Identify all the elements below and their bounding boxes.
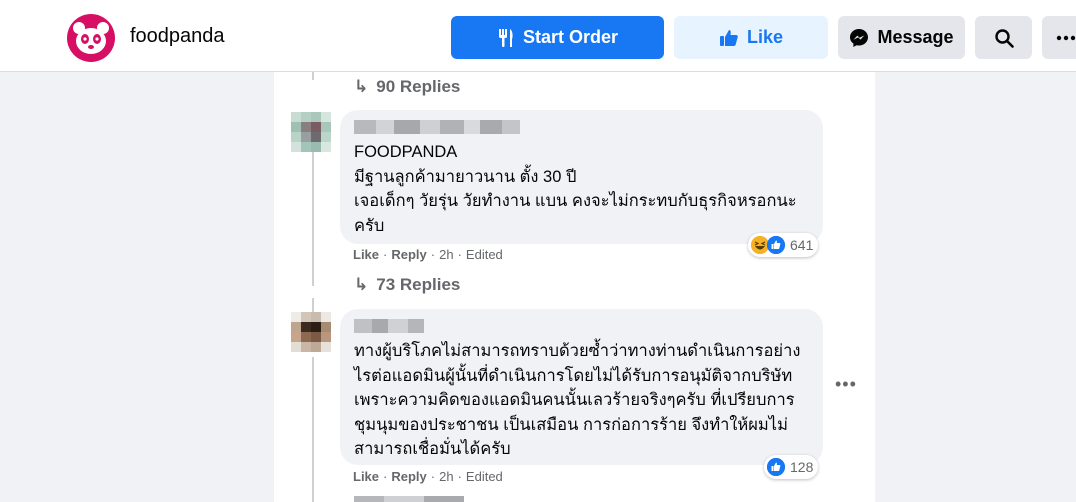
comment-actions: Like · Reply · 2h · Edited bbox=[353, 247, 503, 262]
separator: · bbox=[383, 247, 388, 262]
reaction-count: 641 bbox=[790, 237, 814, 253]
comment-actions: Like · Reply · 2h · Edited bbox=[353, 469, 503, 484]
comment-reply-link[interactable]: Reply bbox=[391, 469, 426, 484]
separator: · bbox=[457, 469, 462, 484]
message-button[interactable]: Message bbox=[838, 16, 965, 59]
view-replies-link[interactable]: ↳ 73 Replies bbox=[354, 275, 460, 295]
start-order-label: Start Order bbox=[522, 27, 619, 47]
comment-feed: ↳ 90 Replies FOODPANDA มีฐานลูกค้ามายาวน… bbox=[274, 72, 875, 502]
messenger-icon bbox=[850, 28, 869, 47]
edited-label[interactable]: Edited bbox=[466, 469, 503, 484]
separator: · bbox=[383, 469, 388, 484]
comment-timestamp[interactable]: 2h bbox=[439, 469, 453, 484]
more-options-button[interactable] bbox=[1042, 16, 1076, 59]
thumbs-up-icon bbox=[719, 29, 738, 46]
blurred-commenter-name[interactable] bbox=[354, 319, 809, 333]
search-icon bbox=[994, 28, 1014, 48]
foodpanda-logo[interactable] bbox=[67, 14, 115, 62]
reaction-summary[interactable]: 641 bbox=[748, 233, 819, 257]
comment-like-link[interactable]: Like bbox=[353, 469, 379, 484]
commenter-avatar[interactable] bbox=[291, 312, 331, 352]
separator: · bbox=[430, 247, 436, 262]
like-icon bbox=[767, 458, 785, 476]
reply-arrow-icon: ↳ bbox=[354, 275, 369, 294]
replies-count: 73 Replies bbox=[376, 275, 461, 294]
thread-line bbox=[312, 146, 314, 286]
replies-count: 90 Replies bbox=[376, 77, 461, 96]
separator: · bbox=[457, 247, 462, 262]
view-replies-link[interactable]: ↳ 90 Replies bbox=[354, 77, 460, 97]
comment-reply-link[interactable]: Reply bbox=[391, 247, 426, 262]
separator: · bbox=[430, 469, 436, 484]
more-dots-icon bbox=[1056, 35, 1076, 40]
like-page-label: Like bbox=[746, 27, 784, 47]
comment-timestamp[interactable]: 2h bbox=[439, 247, 453, 262]
page-header: foodpanda Start Order Like Message bbox=[0, 0, 1076, 72]
message-label: Message bbox=[877, 27, 954, 47]
thread-line bbox=[312, 357, 314, 502]
reaction-summary[interactable]: 128 bbox=[764, 455, 819, 479]
comment-bubble: ทางผู้บริโภคไม่สามารถทราบด้วยซ้ำว่าทางท่… bbox=[340, 309, 823, 465]
search-button[interactable] bbox=[975, 16, 1032, 59]
comment-text: ทางผู้บริโภคไม่สามารถทราบด้วยซ้ำว่าทางท่… bbox=[354, 342, 801, 458]
edited-label[interactable]: Edited bbox=[466, 247, 503, 262]
comment-text: FOODPANDA มีฐานลูกค้ามายาวนาน ตั้ง 30 ปี… bbox=[354, 143, 797, 235]
thread-line bbox=[312, 72, 314, 80]
comment-like-link[interactable]: Like bbox=[353, 247, 379, 262]
comment-options-icon[interactable]: ••• bbox=[835, 374, 857, 395]
commenter-avatar[interactable] bbox=[291, 112, 331, 152]
start-order-button[interactable]: Start Order bbox=[451, 16, 664, 59]
like-icon bbox=[767, 236, 785, 254]
comment-bubble: FOODPANDA มีฐานลูกค้ามายาวนาน ตั้ง 30 ปี… bbox=[340, 110, 823, 244]
blurred-commenter-name[interactable] bbox=[354, 120, 809, 134]
like-page-button[interactable]: Like bbox=[674, 16, 828, 59]
reaction-count: 128 bbox=[790, 459, 814, 475]
page-name[interactable]: foodpanda bbox=[130, 25, 225, 48]
next-comment-preview bbox=[354, 496, 464, 502]
utensils-icon bbox=[498, 28, 513, 47]
reply-arrow-icon: ↳ bbox=[354, 77, 369, 96]
